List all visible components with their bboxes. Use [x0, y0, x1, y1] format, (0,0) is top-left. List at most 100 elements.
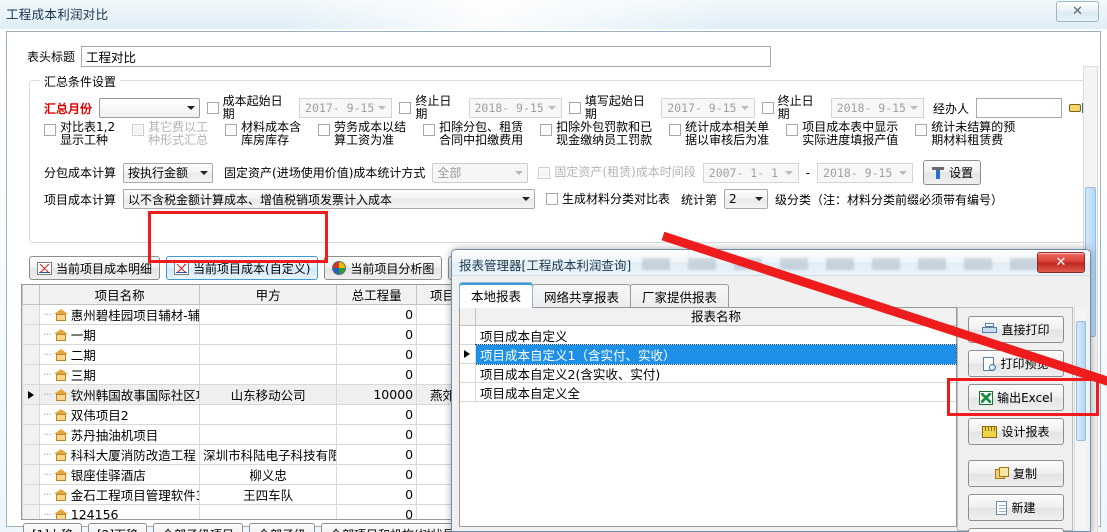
cell-total-quantity[interactable]: 10000 [336, 384, 418, 405]
cell-project-name[interactable]: ··· 科科大厦消防改造工程 [39, 444, 201, 465]
cell-total-quantity[interactable]: 0 [336, 364, 418, 385]
fixed-asset-combo[interactable]: 全部 [432, 162, 529, 183]
operator-input[interactable] [976, 98, 1063, 118]
projects-grid[interactable]: 项目名称 甲方 总工程量 项目 ··· 惠州碧桂园项目辅材-辅材 0 ··· 一期 0 ··… [21, 284, 470, 520]
grid-bottom-button-0[interactable]: [1]上移 [23, 523, 82, 532]
dialog-close-button[interactable]: ✕ [1037, 252, 1085, 273]
option-checkbox-0[interactable]: 对比表1,2 显示工种 [44, 121, 115, 147]
row-selector-cell[interactable] [22, 304, 41, 325]
row-selector-cell[interactable] [22, 444, 41, 465]
fill-start-checkbox[interactable] [568, 102, 581, 114]
row-selector-cell[interactable] [22, 504, 41, 519]
row-selector-cell[interactable] [22, 404, 41, 425]
cell-total-quantity[interactable]: 0 [336, 324, 418, 345]
cell-party-a[interactable] [199, 324, 338, 345]
fixed-lease-checkbox[interactable] [538, 166, 551, 179]
column-header-name[interactable]: 项目名称 [39, 285, 201, 305]
table-row[interactable]: ··· 一期 0 [22, 324, 469, 345]
dialog-vertical-scrollbar[interactable] [1074, 307, 1087, 531]
list-row-selector[interactable] [460, 364, 476, 382]
cell-total-quantity[interactable]: 0 [336, 424, 418, 445]
window-close-button[interactable]: ✕ [1056, 1, 1099, 22]
cost-end-date[interactable]: 2018- 9-15 [468, 98, 562, 118]
header-title-input[interactable] [81, 46, 772, 67]
cell-party-a[interactable]: 山东移动公司 [199, 384, 338, 405]
chart-toolbar-button-1[interactable]: 当前项目成本(自定义) [166, 256, 319, 280]
report-list-item[interactable]: 项目成本自定义1（含实付、实收） [460, 343, 957, 365]
chart-toolbar-button-0[interactable]: 当前项目成本明细 [29, 256, 161, 280]
fill-start-date[interactable]: 2017- 9-15 [661, 98, 755, 118]
row-selector-cell[interactable] [22, 364, 41, 385]
table-row[interactable]: ··· 科科大厦消防改造工程 深圳市科陆电子科技有限 0 [22, 444, 469, 465]
report-list-item[interactable]: 项目成本自定义2(含实收、实付) [460, 364, 956, 383]
cell-party-a[interactable] [199, 344, 338, 365]
grid-bottom-button-3[interactable]: 全部子级 [249, 523, 316, 532]
row-selector-cell[interactable] [22, 484, 41, 505]
option-checkbox-5[interactable]: 扣除外包罚款和已 现金缴纳员工罚款 [540, 121, 652, 147]
option-checkbox-3[interactable]: 劳务成本以结 算工资为准 [318, 121, 406, 147]
settings-button[interactable]: 设置 [923, 160, 982, 185]
option-checkbox-box-1[interactable] [132, 124, 145, 136]
table-row[interactable]: ··· 苏丹抽油机项目 0 [22, 424, 469, 445]
project-cost-combo[interactable]: 以不含税金额计算成本、增值税销项发票计入成本 [123, 189, 536, 209]
dialog-side-button-6[interactable]: 重命名 [968, 528, 1064, 532]
option-checkbox-8[interactable]: 统计未结算的预 期材料租赁费 [915, 121, 1015, 147]
cell-party-a[interactable] [199, 304, 338, 325]
cell-party-a[interactable]: 王四车队 [199, 484, 338, 505]
report-list-item[interactable]: 项目成本自定义 [460, 326, 956, 345]
table-row[interactable]: ··· 三期 0 [22, 364, 469, 385]
option-checkbox-2[interactable]: 材料成本含 库房库存 [225, 121, 301, 147]
dialog-side-button-3[interactable]: 设计报表 [968, 418, 1064, 445]
row-selector-cell[interactable] [22, 344, 41, 365]
option-checkbox-box-7[interactable] [786, 124, 799, 136]
cell-party-a[interactable]: 深圳市科陆电子科技有限 [199, 444, 338, 465]
option-checkbox-box-8[interactable] [915, 124, 928, 136]
list-row-selector[interactable] [460, 383, 476, 401]
fixed-lease-end-date[interactable]: 2018- 9-15 [817, 162, 914, 183]
dialog-side-button-1[interactable]: 打印预览 [968, 350, 1064, 377]
option-checkbox-7[interactable]: 项目成本表中显示 实际进度填报产值 [786, 121, 898, 147]
cost-end-checkbox[interactable] [399, 102, 412, 114]
dialog-tab-0[interactable]: 本地报表 [459, 282, 534, 308]
cell-party-a[interactable] [199, 404, 338, 425]
cell-project-name[interactable]: ··· 二期 [39, 344, 201, 365]
table-row[interactable]: ··· 124156 0 [22, 504, 469, 519]
cost-end-checkbox-group[interactable]: 终止日期 [399, 95, 461, 121]
cell-project-name[interactable]: ··· 124156 [39, 504, 201, 519]
table-row[interactable]: ··· 金石工程项目管理软件3 王四车队 0 [22, 484, 469, 505]
option-checkbox-6[interactable]: 统计成本相关单 据以审核后为准 [669, 121, 769, 147]
cell-project-name[interactable]: ··· 惠州碧桂园项目辅材-辅材 [39, 304, 201, 325]
option-checkbox-box-3[interactable] [318, 124, 331, 136]
option-checkbox-box-2[interactable] [225, 124, 238, 136]
column-header-qty[interactable]: 总工程量 [336, 285, 418, 305]
option-checkbox-box-0[interactable] [44, 124, 56, 136]
list-row-selector[interactable] [460, 326, 476, 344]
chart-toolbar-button-2[interactable]: 当前项目分析图 [324, 256, 443, 280]
fill-start-checkbox-group[interactable]: 填写起始日期 [568, 95, 654, 121]
cell-total-quantity[interactable]: 0 [336, 464, 418, 485]
fill-end-checkbox[interactable] [761, 102, 774, 114]
summary-month-combo[interactable] [99, 98, 200, 118]
cell-project-name[interactable]: ··· 苏丹抽油机项目 [39, 424, 201, 445]
option-checkbox-1[interactable]: 其它费以工 种形式汇总 [132, 121, 208, 147]
cost-start-date[interactable]: 2017- 9-15 [299, 98, 393, 118]
cell-total-quantity[interactable]: 0 [336, 304, 418, 325]
cell-total-quantity[interactable]: 0 [336, 444, 418, 465]
cost-start-checkbox-group[interactable]: 成本起始日期 [206, 95, 292, 121]
column-header-party[interactable]: 甲方 [199, 285, 338, 305]
dialog-side-button-2[interactable]: 输出Excel [968, 384, 1064, 411]
cell-project-name[interactable]: ··· 三期 [39, 364, 201, 385]
cell-total-quantity[interactable]: 0 [336, 504, 418, 519]
fixed-lease-checkbox-group[interactable]: 固定资产(租赁)成本时间段 [538, 166, 696, 179]
material-category-checkbox[interactable] [546, 193, 559, 205]
cell-total-quantity[interactable]: 0 [336, 484, 418, 505]
cell-total-quantity[interactable]: 0 [336, 404, 418, 425]
cell-project-name[interactable]: ··· 一期 [39, 324, 201, 345]
table-row[interactable]: ··· 二期 0 [22, 344, 469, 365]
cell-project-name[interactable]: ··· 银座佳驿酒店 [39, 464, 201, 485]
cost-start-checkbox[interactable] [206, 102, 219, 114]
table-row[interactable]: ··· 银座佳驿酒店 柳义忠 0 [22, 464, 469, 485]
stat-level-combo[interactable]: 2 [724, 189, 769, 209]
sub-cost-combo[interactable]: 按执行金额 [123, 162, 214, 183]
cell-party-a[interactable] [199, 424, 338, 445]
